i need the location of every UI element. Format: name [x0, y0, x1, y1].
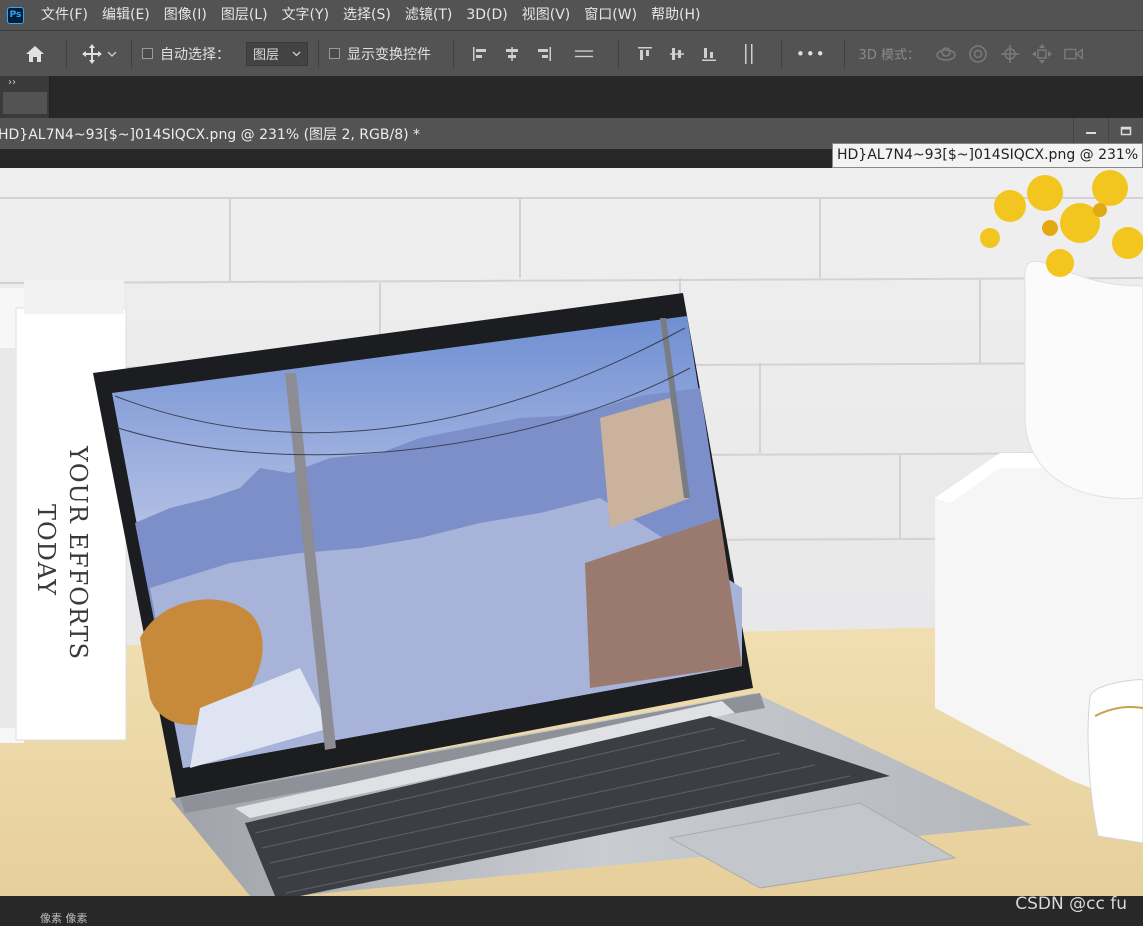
expand-panels-button[interactable]: ››	[8, 77, 16, 88]
books: YOUR EFFORTS TODAY	[0, 280, 127, 743]
move-tool-button[interactable]	[77, 43, 121, 65]
align-right-icon	[538, 46, 551, 61]
pan-icon	[1000, 44, 1019, 63]
slide-icon	[1031, 43, 1052, 64]
maximize-icon	[1120, 126, 1132, 136]
align-middle-icon	[670, 47, 684, 60]
menu-bar: Ps 文件(F) 编辑(E) 图像(I) 图层(L) 文字(Y) 选择(S) 滤…	[0, 0, 1143, 30]
menu-filter[interactable]: 滤镜(T)	[398, 0, 459, 30]
book-spine-text-1: YOUR EFFORTS	[64, 445, 92, 660]
separator	[318, 39, 319, 68]
menu-3d[interactable]: 3D(D)	[459, 0, 514, 30]
status-bar: 像素 像素	[0, 896, 1143, 925]
align-bottom-edges-button[interactable]	[699, 44, 719, 64]
distribute-horizontal-button[interactable]	[574, 44, 594, 64]
more-options-button[interactable]: •••	[796, 45, 826, 63]
auto-select-checkbox[interactable]	[142, 48, 153, 59]
distribute-vertical-icon	[745, 43, 753, 64]
menu-select[interactable]: 选择(S)	[336, 0, 398, 30]
roll-icon	[969, 44, 987, 63]
menu-help[interactable]: 帮助(H)	[644, 0, 707, 30]
show-transform-checkbox[interactable]	[329, 48, 340, 59]
photoshop-logo-icon: Ps	[7, 6, 24, 24]
align-right-edges-button[interactable]	[534, 44, 554, 64]
separator	[131, 39, 132, 68]
separator	[618, 39, 619, 68]
book-spine-text-2: TODAY	[32, 504, 60, 596]
3d-slide-button[interactable]	[1031, 43, 1053, 65]
collapsed-panel[interactable]: ››	[0, 76, 50, 118]
status-text: 像素 像素	[40, 912, 88, 925]
align-left-icon	[473, 46, 486, 61]
separator	[781, 39, 782, 68]
move-tool-icon	[82, 43, 102, 64]
3d-pan-button[interactable]	[999, 43, 1021, 65]
watermark: CSDN @cc fu	[1015, 894, 1127, 914]
separator	[66, 39, 67, 68]
window-controls	[1073, 118, 1143, 144]
align-horizontal-centers-button[interactable]	[502, 44, 522, 64]
orbit-icon	[936, 46, 956, 61]
document-tooltip: HD}AL7N4~93[$~]014SIQCX.png @ 231%	[832, 143, 1143, 168]
align-vertical-centers-button[interactable]	[667, 44, 687, 64]
align-bottom-icon	[702, 47, 716, 61]
home-icon	[26, 45, 44, 62]
canvas-photo: YOUR EFFORTS TODAY	[0, 168, 1143, 896]
3d-mode-label: 3D 模式：	[858, 48, 920, 63]
options-bar: 自动选择： 图层 显示变换控件 ••• 3D 模式：	[0, 30, 1143, 76]
align-top-edges-button[interactable]	[635, 44, 655, 64]
separator	[453, 39, 454, 68]
menu-file[interactable]: 文件(F)	[34, 0, 95, 30]
document-canvas[interactable]: YOUR EFFORTS TODAY	[0, 168, 1143, 896]
panel-tab[interactable]	[3, 92, 47, 114]
separator	[843, 39, 845, 68]
document-tab-title[interactable]: HD}AL7N4~93[$~]014SIQCX.png @ 231% (图层 2…	[0, 124, 420, 144]
align-left-edges-button[interactable]	[470, 44, 490, 64]
menu-window[interactable]: 窗口(W)	[577, 0, 644, 30]
home-button[interactable]	[14, 44, 56, 64]
distribute-icon	[574, 49, 594, 57]
3d-orbit-button[interactable]	[935, 43, 957, 65]
chevron-down-icon	[292, 51, 301, 57]
auto-select-target-dropdown[interactable]: 图层	[246, 41, 308, 66]
auto-select-target-value: 图层	[253, 48, 280, 63]
menu-layer[interactable]: 图层(L)	[214, 0, 275, 30]
chevron-down-icon	[107, 51, 117, 57]
panel-strip: ››	[0, 76, 1143, 118]
menu-view[interactable]: 视图(V)	[515, 0, 578, 30]
minimize-icon	[1086, 132, 1096, 134]
menu-image[interactable]: 图像(I)	[157, 0, 214, 30]
align-center-icon	[506, 46, 518, 61]
align-top-icon	[638, 46, 652, 60]
auto-select-label: 自动选择：	[160, 46, 230, 63]
menu-edit[interactable]: 编辑(E)	[95, 0, 157, 30]
menu-type[interactable]: 文字(Y)	[275, 0, 336, 30]
video-camera-icon	[1064, 47, 1083, 60]
3d-scale-button[interactable]	[1063, 43, 1085, 65]
maximize-button[interactable]	[1108, 118, 1143, 144]
3d-roll-button[interactable]	[967, 43, 989, 65]
show-transform-label: 显示变换控件	[347, 46, 431, 63]
distribute-vertical-button[interactable]	[739, 43, 759, 64]
minimize-button[interactable]	[1073, 118, 1108, 144]
